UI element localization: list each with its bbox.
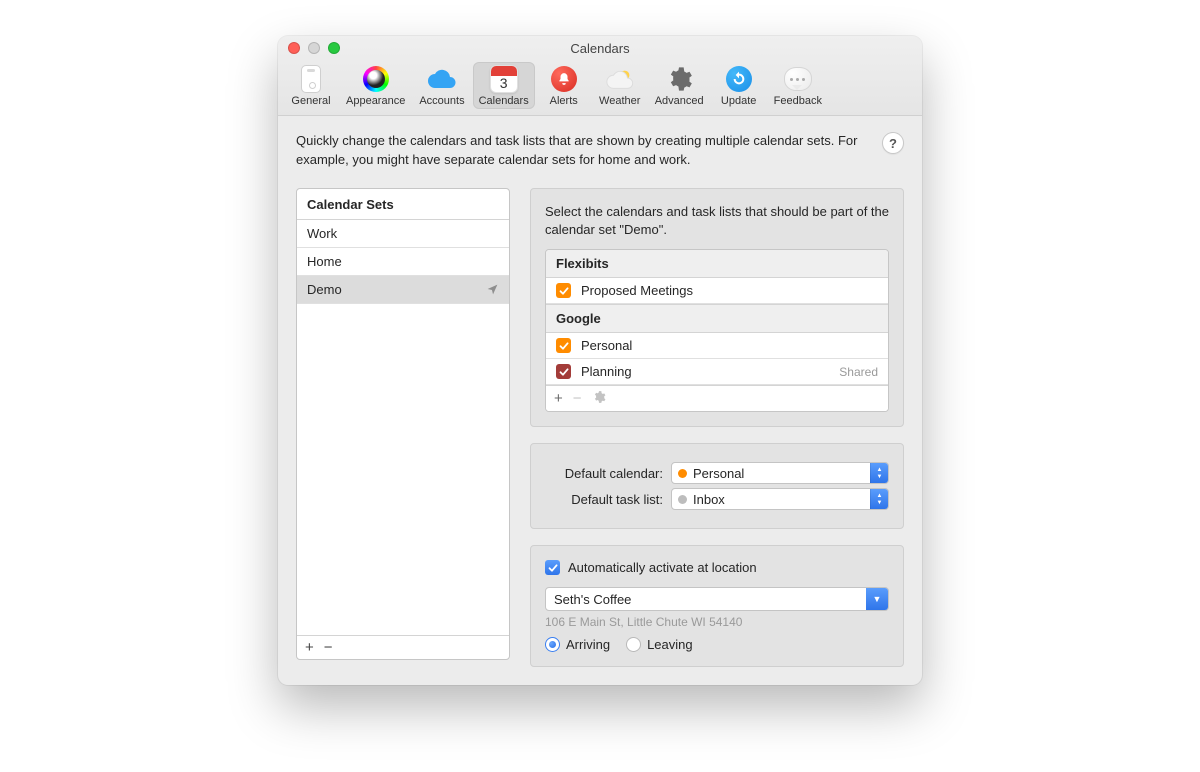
preferences-window: Calendars General Appearance Accounts 3 Cale… <box>278 36 922 685</box>
auto-activate-row[interactable]: Automatically activate at location <box>545 560 889 575</box>
location-address: 106 E Main St, Little Chute WI 54140 <box>545 615 889 629</box>
help-button[interactable]: ? <box>882 132 904 154</box>
radio-arriving-label: Arriving <box>566 637 610 652</box>
cloud-icon <box>427 68 457 90</box>
calendar-sets-header: Calendar Sets <box>297 189 509 220</box>
calendar-color-dot <box>678 469 687 478</box>
tab-label: Accounts <box>419 95 464 107</box>
intro-text: Quickly change the calendars and task li… <box>296 132 870 170</box>
location-trigger-radios: Arriving Leaving <box>545 637 889 652</box>
tab-label: Calendars <box>479 95 529 107</box>
default-calendar-label: Default calendar: <box>545 466 671 481</box>
tab-weather[interactable]: Weather <box>593 62 647 109</box>
calendar-row[interactable]: Personal <box>546 333 888 359</box>
tab-calendars[interactable]: 3 Calendars <box>473 62 535 109</box>
calendar-name: Proposed Meetings <box>581 283 878 298</box>
calendar-checkbox[interactable] <box>556 283 571 298</box>
tab-label: Weather <box>599 95 640 107</box>
calendar-sets-rows[interactable]: Work Home Demo <box>297 220 509 635</box>
default-calendar-value: Personal <box>693 466 870 481</box>
toolbar: General Appearance Accounts 3 Calendars Alert… <box>278 62 922 115</box>
weather-icon <box>605 67 635 91</box>
traffic-lights <box>288 42 340 54</box>
tasklist-color-dot <box>678 495 687 504</box>
calendar-section-header: Google <box>546 304 888 333</box>
tab-label: Advanced <box>655 95 704 107</box>
set-membership-desc: Select the calendars and task lists that… <box>545 203 889 239</box>
tab-appearance[interactable]: Appearance <box>340 62 411 109</box>
calendar-set-row[interactable]: Work <box>297 220 509 248</box>
tab-label: Update <box>721 95 756 107</box>
calendar-settings-button[interactable] <box>592 390 606 407</box>
radio-dot-icon <box>545 637 560 652</box>
calendar-name: Planning <box>581 364 829 379</box>
tab-general[interactable]: General <box>284 62 338 109</box>
minimize-window[interactable] <box>308 42 320 54</box>
radio-dot-icon <box>626 637 641 652</box>
tab-accounts[interactable]: Accounts <box>413 62 470 109</box>
calendar-sets-list: Calendar Sets Work Home Demo + − <box>296 188 510 660</box>
radio-leaving[interactable]: Leaving <box>626 637 693 652</box>
stepper-icon: ▲▼ <box>870 463 888 483</box>
color-wheel-icon <box>363 66 389 92</box>
calendar-checkbox[interactable] <box>556 338 571 353</box>
location-value: Seth's Coffee <box>554 592 866 607</box>
calendar-table: Flexibits Proposed Meetings Google Personal… <box>545 249 889 412</box>
tab-alerts[interactable]: Alerts <box>537 62 591 109</box>
chevron-down-icon: ▼ <box>866 588 888 610</box>
location-arrow-icon <box>486 283 499 296</box>
radio-leaving-label: Leaving <box>647 637 693 652</box>
calendar-icon: 3 <box>490 65 518 93</box>
content: Quickly change the calendars and task li… <box>278 116 922 685</box>
remove-calendar-button[interactable]: − <box>573 390 582 407</box>
calendar-name: Personal <box>581 338 878 353</box>
titlebar: Calendars General Appearance Accounts 3 Cale… <box>278 36 922 116</box>
device-icon <box>301 65 321 93</box>
calendar-set-name: Home <box>307 254 342 269</box>
set-membership-group: Select the calendars and task lists that… <box>530 188 904 427</box>
tab-label: General <box>291 95 330 107</box>
window-title: Calendars <box>278 36 922 62</box>
default-calendar-select[interactable]: Personal ▲▼ <box>671 462 889 484</box>
default-tasklist-value: Inbox <box>693 492 870 507</box>
calendar-sets-footer: + − <box>297 635 509 659</box>
speech-bubble-icon <box>784 67 812 91</box>
close-window[interactable] <box>288 42 300 54</box>
calendar-set-name: Work <box>307 226 337 241</box>
stepper-icon: ▲▼ <box>870 489 888 509</box>
zoom-window[interactable] <box>328 42 340 54</box>
default-tasklist-select[interactable]: Inbox ▲▼ <box>671 488 889 510</box>
calendar-set-row[interactable]: Demo <box>297 276 509 304</box>
location-combobox[interactable]: Seth's Coffee ▼ <box>545 587 889 611</box>
default-tasklist-label: Default task list: <box>545 492 671 507</box>
tab-feedback[interactable]: Feedback <box>768 62 828 109</box>
calendar-row[interactable]: Planning Shared <box>546 359 888 385</box>
tab-update[interactable]: Update <box>712 62 766 109</box>
gear-icon <box>665 65 693 93</box>
tab-label: Feedback <box>774 95 822 107</box>
radio-arriving[interactable]: Arriving <box>545 637 610 652</box>
titlebar-top: Calendars <box>278 36 922 62</box>
bell-icon <box>551 66 577 92</box>
tab-label: Appearance <box>346 95 405 107</box>
calendar-tag: Shared <box>839 365 878 379</box>
calendar-section-header: Flexibits <box>546 250 888 278</box>
remove-set-button[interactable]: − <box>324 640 333 655</box>
refresh-icon <box>726 66 752 92</box>
add-set-button[interactable]: + <box>305 640 314 655</box>
calendar-set-name: Demo <box>307 282 342 297</box>
auto-activate-label: Automatically activate at location <box>568 560 757 575</box>
tab-advanced[interactable]: Advanced <box>649 62 710 109</box>
calendar-checkbox[interactable] <box>556 364 571 379</box>
calendar-row[interactable]: Proposed Meetings <box>546 278 888 304</box>
defaults-group: Default calendar: Personal ▲▼ Default ta… <box>530 443 904 529</box>
calendar-set-row[interactable]: Home <box>297 248 509 276</box>
calendar-table-footer: +− <box>546 385 888 411</box>
add-calendar-button[interactable]: + <box>554 390 563 407</box>
auto-activate-checkbox[interactable] <box>545 560 560 575</box>
tab-label: Alerts <box>550 95 578 107</box>
location-group: Automatically activate at location Seth'… <box>530 545 904 667</box>
